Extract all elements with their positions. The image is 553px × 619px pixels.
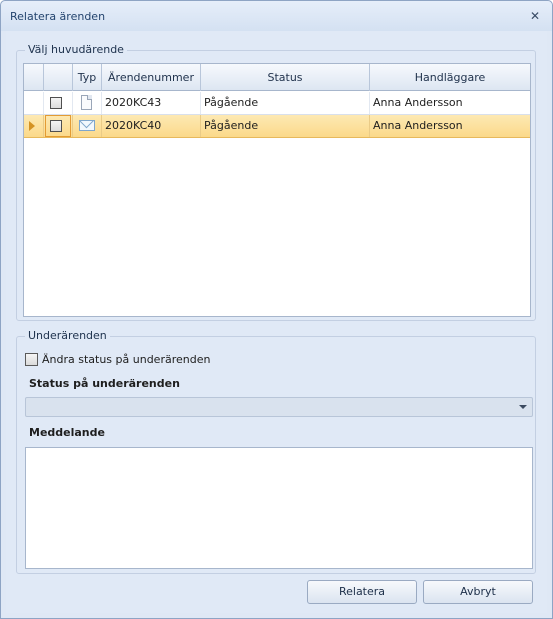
row-case-number: 2020KC40 <box>102 115 201 137</box>
main-case-group-caption: Välj huvudärende <box>25 43 127 56</box>
sub-cases-group: Underärenden Ändra status på underärende… <box>16 329 536 574</box>
cancel-button[interactable]: Avbryt <box>423 580 533 604</box>
row-status: Pågående <box>201 92 370 114</box>
row-indicator <box>24 115 44 137</box>
chevron-down-icon[interactable] <box>519 405 527 409</box>
message-label: Meddelande <box>29 426 105 439</box>
status-label: Status på underärenden <box>29 377 180 390</box>
table-row[interactable]: 2020KC43 Pågående Anna Andersson <box>24 92 530 115</box>
header-status[interactable]: Status <box>201 64 370 91</box>
row-handler: Anna Andersson <box>373 119 463 132</box>
cases-grid: Typ Ärendenummer Status Handläggare 2020… <box>23 63 531 317</box>
row-indicator <box>24 92 44 114</box>
main-case-group: Välj huvudärende Typ Ärendenummer Status… <box>16 43 536 321</box>
message-textarea[interactable] <box>25 447 533 569</box>
relate-button[interactable]: Relatera <box>307 580 417 604</box>
table-row[interactable]: 2020KC40 Pågående Anna Andersson <box>24 115 530 138</box>
header-type[interactable]: Typ <box>73 64 102 91</box>
header-checkbox <box>44 64 73 91</box>
change-status-checkbox[interactable] <box>25 353 38 366</box>
document-icon <box>81 95 92 110</box>
close-icon[interactable]: ✕ <box>528 9 542 23</box>
row-type-cell <box>73 115 102 137</box>
grid-header: Typ Ärendenummer Status Handläggare <box>24 64 530 91</box>
header-case-number[interactable]: Ärendenummer <box>102 64 201 91</box>
row-type-cell <box>73 92 102 114</box>
mail-icon <box>79 120 95 131</box>
row-case-number: 2020KC43 <box>102 92 201 114</box>
change-status-checkbox-label[interactable]: Ändra status på underärenden <box>42 353 210 366</box>
sub-cases-group-caption: Underärenden <box>25 329 110 342</box>
title-bar: Relatera ärenden ✕ <box>1 1 552 31</box>
header-handler[interactable]: Handläggare <box>370 64 530 91</box>
row-handler: Anna Andersson <box>373 96 463 109</box>
dialog-body: Välj huvudärende Typ Ärendenummer Status… <box>6 31 547 613</box>
header-indicator <box>24 64 44 91</box>
relate-cases-dialog: Relatera ärenden ✕ Välj huvudärende Typ … <box>0 0 553 619</box>
row-checkbox-cell <box>44 115 73 137</box>
row-select-checkbox[interactable] <box>50 120 62 132</box>
dialog-title: Relatera ärenden <box>10 10 106 23</box>
status-dropdown[interactable] <box>25 397 533 417</box>
current-row-arrow-icon <box>29 121 35 131</box>
row-status: Pågående <box>201 115 370 137</box>
row-select-checkbox[interactable] <box>50 97 62 109</box>
row-checkbox-cell <box>44 92 73 114</box>
